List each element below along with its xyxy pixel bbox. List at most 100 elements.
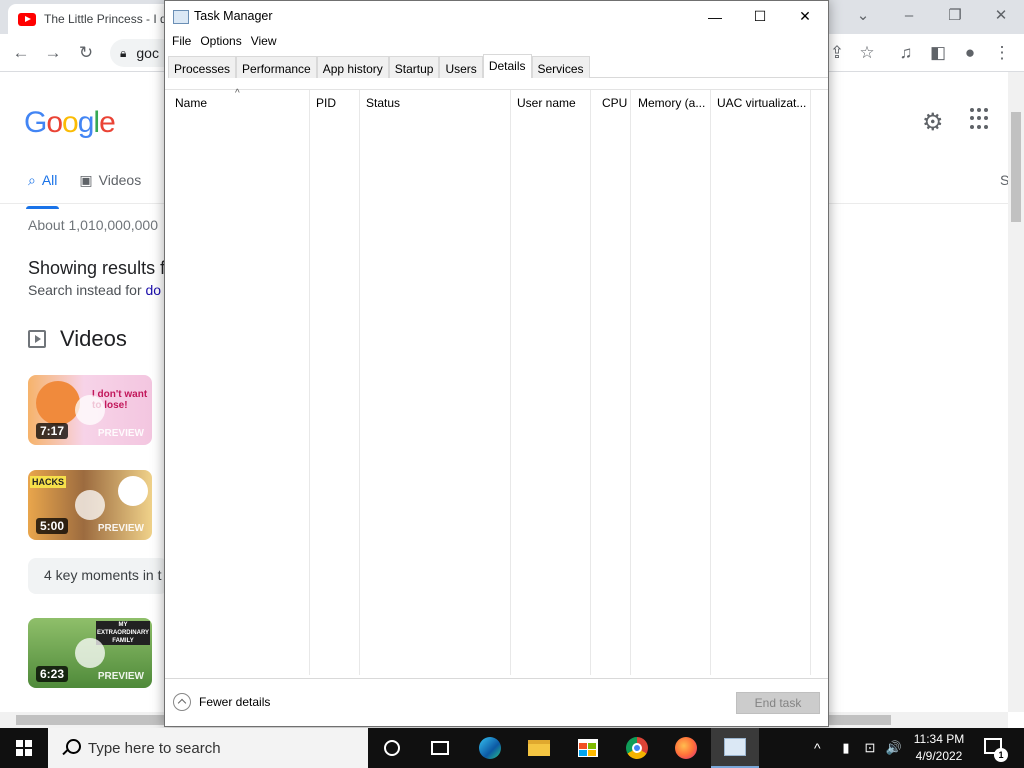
google-apps-icon[interactable] (970, 108, 992, 130)
taskbar-store[interactable] (564, 728, 612, 768)
key-moments-chip[interactable]: 4 key moments in t (28, 558, 168, 594)
end-task-button[interactable]: End task (736, 692, 820, 714)
search-tab-all[interactable]: ⌕ All (25, 172, 60, 209)
taskbar-edge[interactable] (466, 728, 514, 768)
browser-tab-title: The Little Princess - I d (44, 12, 167, 26)
minimize-button[interactable]: — (692, 1, 738, 32)
clock-time: 11:34 PM (913, 732, 965, 746)
play-icon (75, 638, 105, 668)
column-uac-virtualization[interactable]: UAC virtualizat... (711, 90, 811, 675)
taskbar-firefox[interactable] (662, 728, 710, 768)
menu-options[interactable]: Options (199, 32, 249, 52)
edge-icon (479, 737, 501, 759)
tab-processes[interactable]: Processes (168, 56, 237, 78)
video-thumbnail[interactable]: HACKS 5:00 PREVIEW (28, 470, 152, 540)
fewer-details-toggle[interactable]: Fewer details (173, 693, 270, 711)
desktop-screen: The Little Princess - I d ⌄ – ❐ ✕ ← → ↻ … (0, 0, 1024, 768)
browser-restore-button[interactable]: ❐ (932, 0, 978, 30)
scrollbar-thumb[interactable] (1011, 112, 1021, 222)
network-icon[interactable]: ⊡ (862, 740, 878, 756)
tab-search-chevron-icon[interactable]: ⌄ (840, 0, 886, 30)
preview-label: PREVIEW (97, 428, 144, 439)
clock-date: 4/9/2022 (915, 749, 963, 763)
reload-icon[interactable]: ↻ (75, 42, 97, 64)
column-pid[interactable]: PID (310, 90, 360, 675)
cortana-icon (384, 740, 400, 756)
battery-icon[interactable]: ▮ (838, 740, 854, 756)
menu-file[interactable]: File (171, 32, 199, 52)
search-icon (60, 738, 81, 758)
column-cpu[interactable]: CPU (591, 90, 631, 675)
forward-arrow-icon[interactable]: → (42, 42, 64, 64)
search-tab-all-label: All (41, 172, 58, 188)
back-arrow-icon[interactable]: ← (10, 42, 32, 64)
search-instead-text: Search instead for do (28, 282, 161, 298)
search-tabs: ⌕ All ▣ Videos (25, 172, 141, 209)
gadget-image (118, 476, 148, 506)
column-header-label: Memory (a... (638, 96, 706, 110)
start-button[interactable] (0, 728, 48, 768)
showing-results-text: Showing results f (28, 258, 166, 278)
tab-users[interactable]: Users (439, 56, 483, 78)
task-view-icon (431, 741, 449, 755)
taskbar-chrome[interactable] (613, 728, 661, 768)
tab-app-history[interactable]: App history (316, 56, 389, 78)
play-icon (75, 490, 105, 520)
tab-performance[interactable]: Performance (236, 56, 317, 78)
column-name[interactable]: ^ Name (165, 88, 310, 675)
search-instead-link[interactable]: do (146, 282, 162, 298)
notification-count-badge: 1 (994, 748, 1008, 762)
logo-letter: G (24, 106, 47, 139)
taskbar-search-box[interactable]: Type here to search (48, 728, 368, 768)
column-header-label: PID (316, 96, 337, 110)
search-placeholder: Type here to search (88, 739, 221, 757)
taskbar-task-manager[interactable] (711, 728, 759, 768)
videos-section-heading: Videos (28, 326, 127, 352)
task-manager-menubar: File Options View (165, 32, 828, 52)
column-status[interactable]: Status (360, 90, 511, 675)
video-duration: 6:23 (36, 666, 69, 682)
chrome-menu-icon[interactable]: ⋮ (991, 42, 1013, 64)
column-memory[interactable]: Memory (a... (631, 90, 711, 675)
taskbar-file-explorer[interactable] (515, 728, 563, 768)
video-icon: ▣ (79, 172, 93, 188)
video-thumbnail[interactable]: MY EXTRAORDINARY FAMILY 6:23 PREVIEW (28, 618, 152, 688)
bookmark-star-icon[interactable]: ☆ (856, 42, 878, 64)
taskbar-clock[interactable]: 11:34 PM 4/9/2022 (900, 731, 978, 765)
logo-letter: o (46, 106, 63, 139)
menu-view[interactable]: View (250, 32, 285, 52)
result-count: About 1,010,000,000 (28, 217, 159, 233)
share-icon[interactable]: ⇪ (826, 42, 848, 64)
column-user-name[interactable]: User name (511, 90, 591, 675)
browser-minimize-button[interactable]: – (886, 0, 932, 30)
google-logo[interactable]: Google (24, 106, 116, 140)
media-controls-icon[interactable]: ♫ (895, 42, 917, 64)
tab-services[interactable]: Services (531, 56, 590, 78)
show-hidden-icons-chevron-icon[interactable]: ^ (814, 740, 821, 756)
task-view-button[interactable] (416, 728, 464, 768)
video-thumbnail[interactable]: I don't want to lose! 7:17 PREVIEW (28, 375, 152, 445)
chrome-icon (626, 737, 648, 759)
windows-logo-icon (16, 740, 32, 756)
chevron-up-circle-icon (173, 693, 191, 711)
page-vertical-scrollbar[interactable] (1008, 72, 1024, 712)
video-play-icon (28, 330, 46, 348)
browser-close-button[interactable]: ✕ (978, 0, 1024, 30)
cortana-button[interactable] (368, 728, 416, 768)
maximize-button[interactable]: ☐ (737, 1, 783, 32)
profile-avatar-icon[interactable]: ● (959, 42, 981, 64)
settings-gear-icon[interactable]: ⚙ (922, 108, 944, 137)
tab-details[interactable]: Details (482, 54, 532, 78)
tab-startup[interactable]: Startup (388, 56, 440, 78)
task-manager-icon (724, 738, 746, 756)
task-manager-window: Task Manager — ☐ ✕ File Options View Pro… (164, 0, 829, 727)
search-tab-videos[interactable]: ▣ Videos (79, 172, 141, 189)
side-panel-icon[interactable]: ◧ (927, 42, 949, 64)
close-button[interactable]: ✕ (782, 1, 828, 32)
logo-letter: e (99, 106, 116, 139)
task-manager-titlebar[interactable]: Task Manager — ☐ ✕ (165, 1, 828, 32)
firefox-icon (675, 737, 697, 759)
sort-ascending-icon: ^ (235, 88, 240, 99)
column-header-label: CPU (602, 96, 628, 110)
lock-icon: 🔒︎ (120, 45, 127, 60)
